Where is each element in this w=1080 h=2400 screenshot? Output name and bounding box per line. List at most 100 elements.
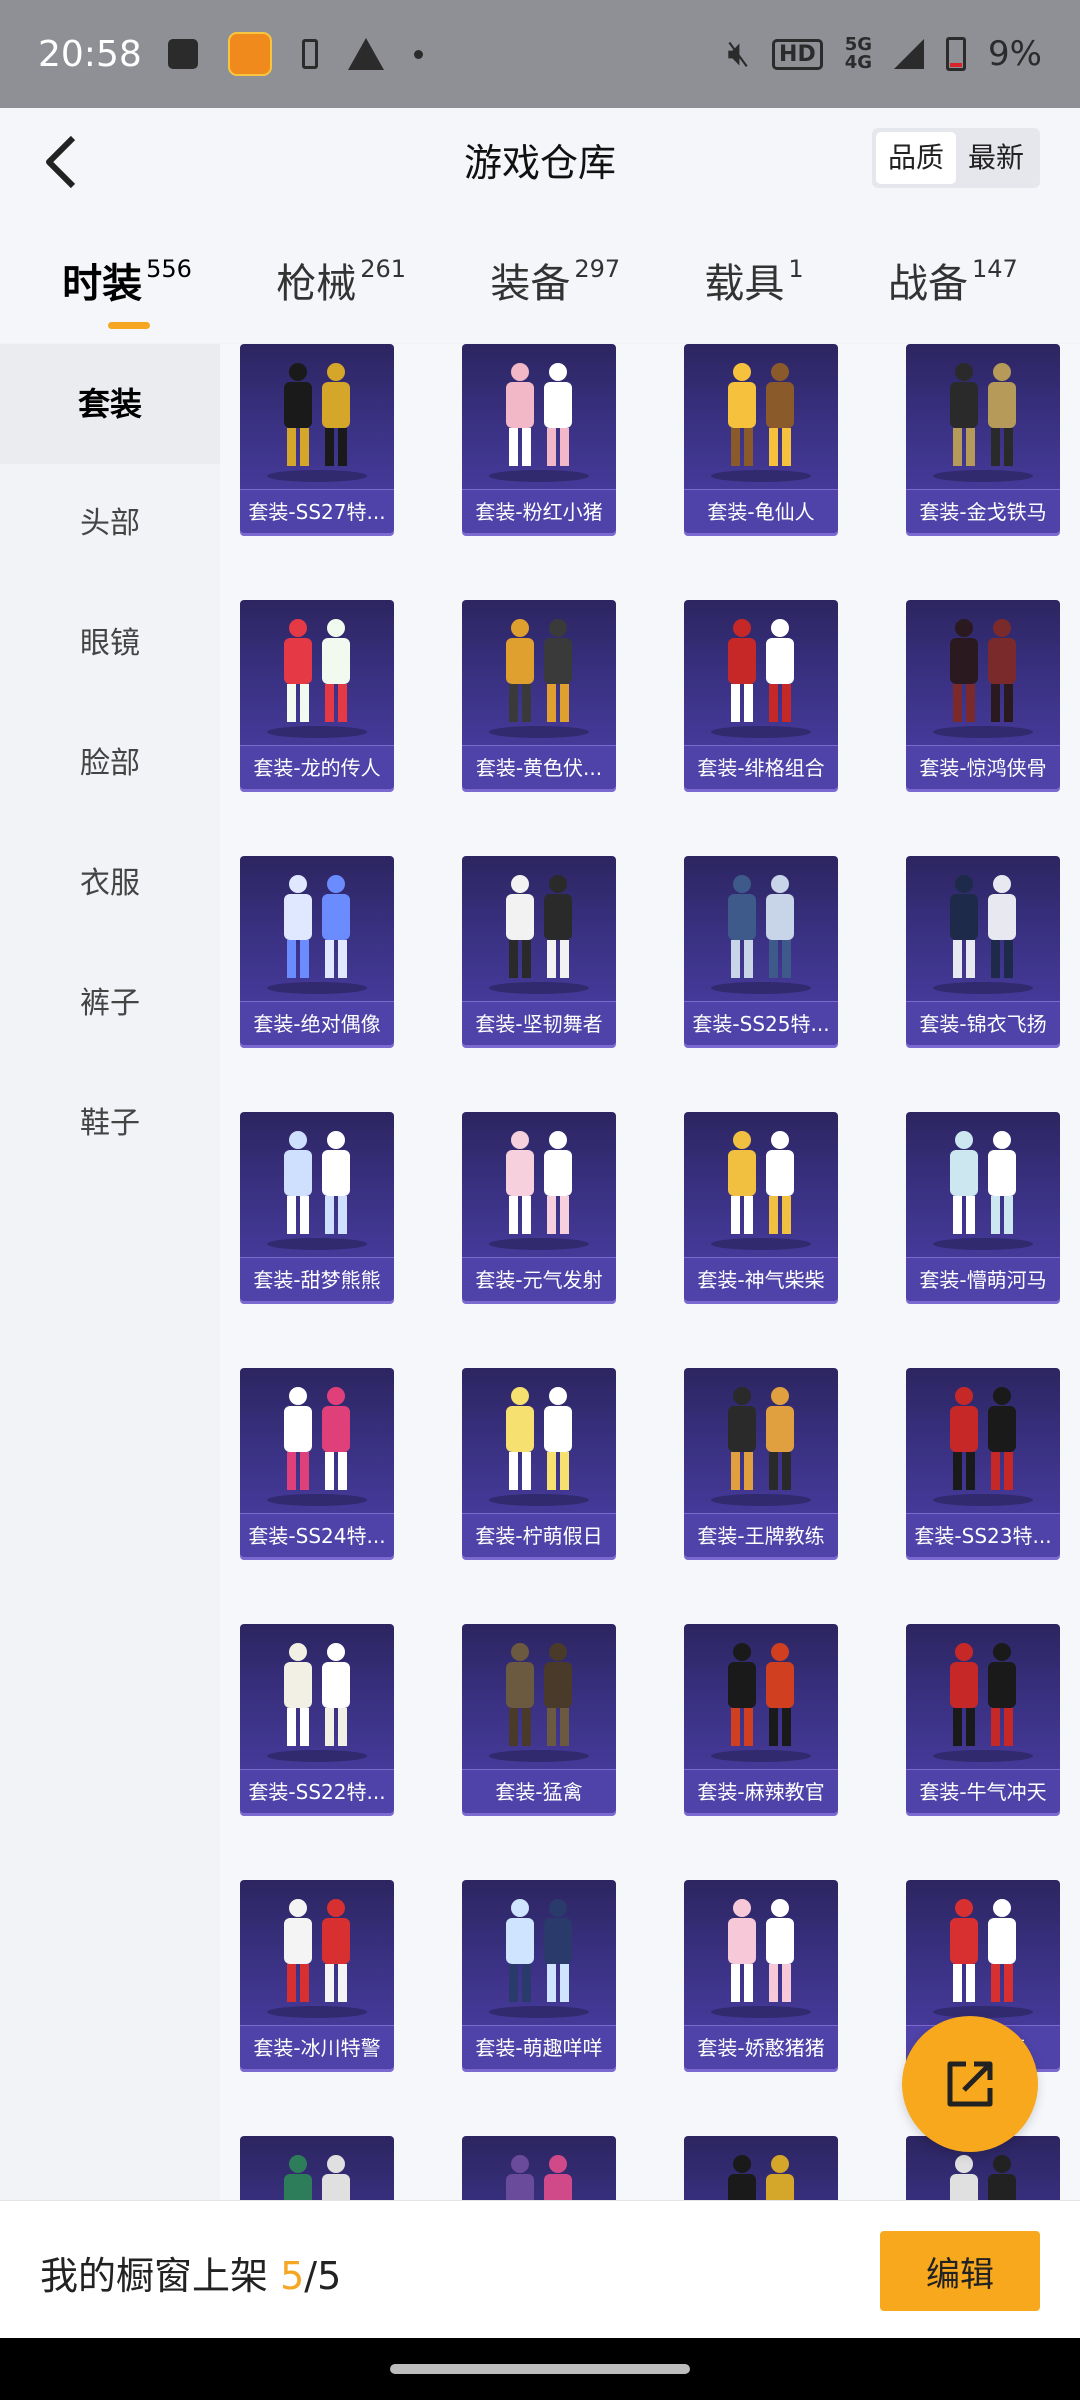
sidebar-item-outfit[interactable]: 套装 xyxy=(0,344,220,464)
item-card-label: 套装-绝对偶像 xyxy=(240,1001,394,1045)
item-card[interactable]: 套装-王牌教练 xyxy=(684,1368,838,1557)
item-card[interactable]: 套装-冰川特警 xyxy=(240,1880,394,2069)
item-card[interactable]: 套装-甜梦熊熊 xyxy=(240,1112,394,1301)
item-card-label: 套装-娇憨猪猪 xyxy=(684,2025,838,2069)
home-indicator[interactable] xyxy=(390,2364,690,2374)
outfit-thumbnail xyxy=(933,1643,1033,1762)
outfit-thumbnail xyxy=(267,1899,367,2018)
outfit-thumbnail xyxy=(933,875,1033,994)
battery-icon xyxy=(946,37,967,71)
showcase-count-total: /5 xyxy=(304,2254,342,2298)
system-nav-bar xyxy=(0,2338,1080,2400)
item-card-label: 套装-惊鸿侠骨 xyxy=(906,745,1060,789)
showcase-label: 我的橱窗上架 xyxy=(40,2254,281,2298)
subcategory-sidebar: 套装 头部 眼镜 脸部 衣服 裤子 鞋子 xyxy=(0,344,220,2200)
item-card[interactable]: 套装-粉红小猪 xyxy=(462,344,616,533)
signal-icon xyxy=(894,39,925,69)
tab-count: 556 xyxy=(146,255,192,283)
tab-label: 战备 xyxy=(887,261,968,307)
tab-count: 147 xyxy=(971,255,1018,283)
share-button[interactable] xyxy=(902,2016,1038,2152)
item-card-label: 套装-元气发射 xyxy=(462,1257,616,1301)
outfit-thumbnail xyxy=(711,619,811,738)
sidebar-item-shoes[interactable]: 鞋子 xyxy=(0,1064,220,1184)
hd-voice-icon: HD xyxy=(772,38,823,70)
item-grid: 套装-SS27特... 套装-粉红小猪 套装-龟仙人 套装-金戈铁马 套装-龙的传人 套装… xyxy=(220,344,1080,2200)
outfit-thumbnail xyxy=(267,1387,367,1506)
item-card[interactable]: 套装-龙的传人 xyxy=(240,600,394,789)
item-card[interactable]: 套装-坚韧舞者 xyxy=(462,856,616,1045)
item-card-label: 套装-王牌教练 xyxy=(684,1513,838,1557)
item-card[interactable]: 套装-黄色伏... xyxy=(462,600,616,789)
sidebar-item-glasses[interactable]: 眼镜 xyxy=(0,584,220,704)
battery-percent: 9% xyxy=(988,34,1042,74)
item-card[interactable] xyxy=(684,2136,838,2200)
outfit-thumbnail xyxy=(933,619,1033,738)
battery-saver-icon xyxy=(301,39,318,69)
tab-label: 时装 xyxy=(62,261,143,307)
item-card[interactable]: 套装-龟仙人 xyxy=(684,344,838,533)
outfit-thumbnail xyxy=(489,1131,589,1250)
item-card[interactable]: 套装-SS25特... xyxy=(684,856,838,1045)
item-card[interactable]: 套装-猛禽 xyxy=(462,1624,616,1813)
sort-latest-button[interactable]: 最新 xyxy=(956,132,1036,184)
item-card-label: 套装-萌趣咩咩 xyxy=(462,2025,616,2069)
item-card[interactable]: 套装-绝对偶像 xyxy=(240,856,394,1045)
outfit-thumbnail xyxy=(267,1131,367,1250)
outfit-thumbnail xyxy=(711,1899,811,2018)
outfit-thumbnail xyxy=(267,875,367,994)
outfit-thumbnail xyxy=(489,1387,589,1506)
status-time: 20:58 xyxy=(38,33,142,75)
item-grid-area[interactable]: 套装-SS27特... 套装-粉红小猪 套装-龟仙人 套装-金戈铁马 套装-龙的传人 套装… xyxy=(220,344,1080,2200)
outfit-thumbnail xyxy=(284,2155,350,2200)
outfit-thumbnail xyxy=(728,2155,794,2200)
item-card[interactable]: 套装-金戈铁马 xyxy=(906,344,1060,533)
item-card[interactable]: 套装-懵萌河马 xyxy=(906,1112,1060,1301)
outfit-thumbnail xyxy=(489,875,589,994)
item-card[interactable]: 套装-绯格组合 xyxy=(684,600,838,789)
sort-quality-button[interactable]: 品质 xyxy=(875,132,956,184)
item-card[interactable]: 套装-萌趣咩咩 xyxy=(462,1880,616,2069)
outfit-thumbnail xyxy=(267,363,367,482)
item-card-label: 套装-龟仙人 xyxy=(684,489,838,533)
item-card-label: 套装-柠萌假日 xyxy=(462,1513,616,1557)
item-card-label: 套装-麻辣教官 xyxy=(684,1769,838,1813)
sort-toggle: 品质 最新 xyxy=(871,128,1040,188)
item-card-label: 套装-冰川特警 xyxy=(240,2025,394,2069)
item-card[interactable]: 套装-元气发射 xyxy=(462,1112,616,1301)
item-card[interactable]: 套装-麻辣教官 xyxy=(684,1624,838,1813)
item-card[interactable]: 套装-SS23特... xyxy=(906,1368,1060,1557)
item-card[interactable]: 套装-神气柴柴 xyxy=(684,1112,838,1301)
sidebar-item-pants[interactable]: 裤子 xyxy=(0,944,220,1064)
tab-equipment[interactable]: 装备 297 xyxy=(490,254,620,344)
edit-button[interactable]: 编辑 xyxy=(880,2231,1040,2311)
tab-combat-supplies[interactable]: 战备 147 xyxy=(888,254,1018,344)
item-card[interactable]: 套装-柠萌假日 xyxy=(462,1368,616,1557)
sidebar-item-clothes[interactable]: 衣服 xyxy=(0,824,220,944)
item-card-label: 套装-猛禽 xyxy=(462,1769,616,1813)
item-card[interactable] xyxy=(462,2136,616,2200)
showcase-count-current: 5 xyxy=(280,2254,305,2298)
item-card[interactable]: 套装-惊鸿侠骨 xyxy=(906,600,1060,789)
item-card-label: 套装-SS23特... xyxy=(906,1513,1060,1557)
item-card[interactable] xyxy=(240,2136,394,2200)
notification-icons xyxy=(167,32,423,76)
item-card[interactable]: 套装-SS27特... xyxy=(240,344,394,533)
mute-icon: 🔇︎ xyxy=(727,33,751,74)
tab-count: 261 xyxy=(360,255,407,283)
outfit-thumbnail xyxy=(489,1643,589,1762)
outfit-thumbnail xyxy=(267,619,367,738)
sidebar-item-head[interactable]: 头部 xyxy=(0,464,220,584)
tab-vehicles[interactable]: 载具 1 xyxy=(704,254,803,344)
item-card[interactable]: 套装-锦衣飞扬 xyxy=(906,856,1060,1045)
item-card[interactable]: 套装-娇憨猪猪 xyxy=(684,1880,838,2069)
outfit-thumbnail xyxy=(933,1131,1033,1250)
tab-fashion[interactable]: 时装 556 xyxy=(62,254,192,344)
item-card[interactable]: 套装-SS24特... xyxy=(240,1368,394,1557)
tab-count: 297 xyxy=(574,255,621,283)
item-card[interactable]: 套装-牛气冲天 xyxy=(906,1624,1060,1813)
tab-guns[interactable]: 枪械 261 xyxy=(276,254,406,344)
item-card[interactable]: 套装-SS22特... xyxy=(240,1624,394,1813)
sidebar-item-face[interactable]: 脸部 xyxy=(0,704,220,824)
outfit-thumbnail xyxy=(506,2155,572,2200)
